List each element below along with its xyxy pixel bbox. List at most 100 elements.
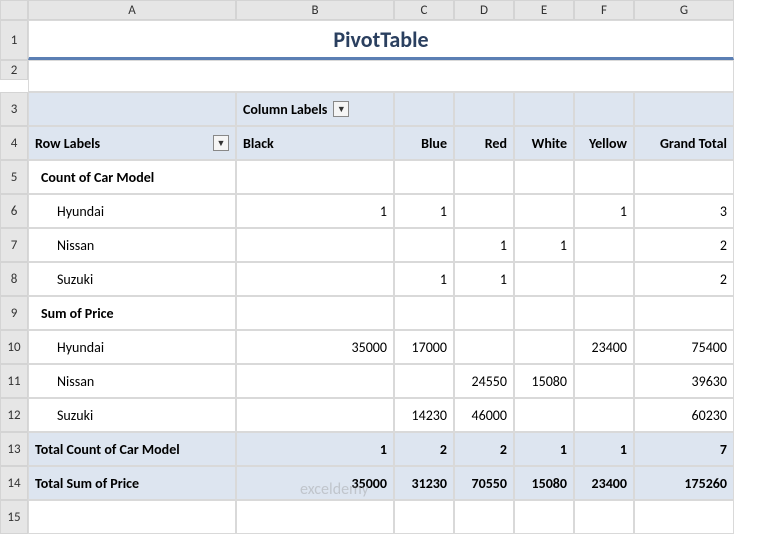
column-labels-header[interactable]: Column Labels ▼	[236, 92, 394, 126]
total-count-yellow[interactable]: 1	[574, 432, 634, 466]
count-suzuki-yellow[interactable]	[574, 262, 634, 296]
cell-c5[interactable]	[394, 160, 454, 194]
count-suzuki-blue[interactable]: 1	[394, 262, 454, 296]
price-hyundai-label[interactable]: Hyundai	[28, 330, 236, 364]
cell-b5[interactable]	[236, 160, 394, 194]
count-nissan-yellow[interactable]	[574, 228, 634, 262]
count-nissan-blue[interactable]	[394, 228, 454, 262]
price-nissan-label[interactable]: Nissan	[28, 364, 236, 398]
col-black[interactable]: Black	[236, 126, 394, 160]
cell-b9[interactable]	[236, 296, 394, 330]
row-header-7[interactable]: 7	[0, 228, 28, 262]
row-header-12[interactable]: 12	[0, 398, 28, 432]
row-header-3[interactable]: 3	[0, 92, 28, 126]
cell-e3[interactable]	[514, 92, 574, 126]
cell-f9[interactable]	[574, 296, 634, 330]
cell-g3[interactable]	[634, 92, 734, 126]
price-nissan-red[interactable]: 24550	[454, 364, 514, 398]
col-header-a[interactable]: A	[28, 0, 236, 20]
cell-g15[interactable]	[634, 500, 734, 534]
row-header-6[interactable]: 6	[0, 194, 28, 228]
row-header-2[interactable]: 2	[0, 60, 28, 80]
row-header-1[interactable]: 1	[0, 20, 28, 60]
cell-e15[interactable]	[514, 500, 574, 534]
price-nissan-white[interactable]: 15080	[514, 364, 574, 398]
cell-a3[interactable]	[28, 92, 236, 126]
price-suzuki-gt[interactable]: 60230	[634, 398, 734, 432]
col-header-g[interactable]: G	[634, 0, 734, 20]
price-hyundai-yellow[interactable]: 23400	[574, 330, 634, 364]
cell-e9[interactable]	[514, 296, 574, 330]
total-price-white[interactable]: 15080	[514, 466, 574, 500]
price-suzuki-label[interactable]: Suzuki	[28, 398, 236, 432]
col-header-e[interactable]: E	[514, 0, 574, 20]
price-hyundai-gt[interactable]: 75400	[634, 330, 734, 364]
total-price-label[interactable]: Total Sum of Price	[28, 466, 236, 500]
col-header-c[interactable]: C	[394, 0, 454, 20]
price-hyundai-white[interactable]	[514, 330, 574, 364]
count-suzuki-red[interactable]: 1	[454, 262, 514, 296]
col-white[interactable]: White	[514, 126, 574, 160]
col-header-d[interactable]: D	[454, 0, 514, 20]
price-suzuki-blue[interactable]: 14230	[394, 398, 454, 432]
price-nissan-gt[interactable]: 39630	[634, 364, 734, 398]
row-header-9[interactable]: 9	[0, 296, 28, 330]
price-hyundai-black[interactable]: 35000	[236, 330, 394, 364]
total-price-black[interactable]: 35000	[236, 466, 394, 500]
count-hyundai-label[interactable]: Hyundai	[28, 194, 236, 228]
count-nissan-red[interactable]: 1	[454, 228, 514, 262]
row-labels-header[interactable]: Row Labels ▼	[28, 126, 236, 160]
col-blue[interactable]: Blue	[394, 126, 454, 160]
cell-g5[interactable]	[634, 160, 734, 194]
total-price-gt[interactable]: 175260	[634, 466, 734, 500]
cell-b15[interactable]	[236, 500, 394, 534]
price-suzuki-yellow[interactable]	[574, 398, 634, 432]
count-nissan-black[interactable]	[236, 228, 394, 262]
price-hyundai-red[interactable]	[454, 330, 514, 364]
col-red[interactable]: Red	[454, 126, 514, 160]
col-yellow[interactable]: Yellow	[574, 126, 634, 160]
count-hyundai-red[interactable]	[454, 194, 514, 228]
price-nissan-black[interactable]	[236, 364, 394, 398]
price-hyundai-blue[interactable]: 17000	[394, 330, 454, 364]
cell-f5[interactable]	[574, 160, 634, 194]
cell-e5[interactable]	[514, 160, 574, 194]
total-count-gt[interactable]: 7	[634, 432, 734, 466]
row-labels-dropdown[interactable]: ▼	[213, 135, 229, 151]
cell-d5[interactable]	[454, 160, 514, 194]
cell-c9[interactable]	[394, 296, 454, 330]
count-hyundai-gt[interactable]: 3	[634, 194, 734, 228]
price-suzuki-red[interactable]: 46000	[454, 398, 514, 432]
section-sum[interactable]: Sum of Price	[28, 296, 236, 330]
count-suzuki-label[interactable]: Suzuki	[28, 262, 236, 296]
total-count-red[interactable]: 2	[454, 432, 514, 466]
cell-f3[interactable]	[574, 92, 634, 126]
row-header-13[interactable]: 13	[0, 432, 28, 466]
total-count-label[interactable]: Total Count of Car Model	[28, 432, 236, 466]
cell-a15[interactable]	[28, 500, 236, 534]
col-header-b[interactable]: B	[236, 0, 394, 20]
row-header-4[interactable]: 4	[0, 126, 28, 160]
section-count[interactable]: Count of Car Model	[28, 160, 236, 194]
count-hyundai-white[interactable]	[514, 194, 574, 228]
count-suzuki-white[interactable]	[514, 262, 574, 296]
total-price-yellow[interactable]: 23400	[574, 466, 634, 500]
count-nissan-white[interactable]: 1	[514, 228, 574, 262]
total-price-red[interactable]: 70550	[454, 466, 514, 500]
count-nissan-gt[interactable]: 2	[634, 228, 734, 262]
row-header-14[interactable]: 14	[0, 466, 28, 500]
total-count-blue[interactable]: 2	[394, 432, 454, 466]
count-suzuki-gt[interactable]: 2	[634, 262, 734, 296]
count-hyundai-blue[interactable]: 1	[394, 194, 454, 228]
row-header-10[interactable]: 10	[0, 330, 28, 364]
count-nissan-label[interactable]: Nissan	[28, 228, 236, 262]
price-nissan-blue[interactable]	[394, 364, 454, 398]
select-all-corner[interactable]	[0, 0, 28, 20]
cell-g9[interactable]	[634, 296, 734, 330]
total-count-white[interactable]: 1	[514, 432, 574, 466]
price-suzuki-white[interactable]	[514, 398, 574, 432]
cell-d3[interactable]	[454, 92, 514, 126]
cell-c15[interactable]	[394, 500, 454, 534]
col-header-f[interactable]: F	[574, 0, 634, 20]
cell-f15[interactable]	[574, 500, 634, 534]
